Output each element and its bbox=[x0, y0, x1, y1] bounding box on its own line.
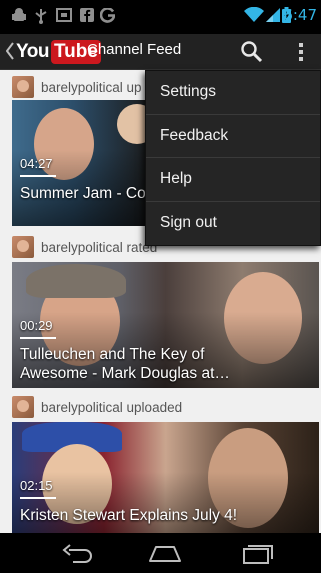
menu-item-feedback[interactable]: Feedback bbox=[146, 115, 320, 158]
overflow-menu-icon[interactable] bbox=[296, 40, 306, 64]
dot bbox=[299, 57, 303, 61]
screenshot-icon bbox=[56, 8, 72, 28]
menu-item-help[interactable]: Help bbox=[146, 158, 320, 202]
back-icon[interactable] bbox=[61, 541, 95, 565]
menu-item-settings[interactable]: Settings bbox=[146, 71, 320, 115]
android-debug-icon bbox=[12, 8, 26, 30]
action-bar: You Tube Channel Feed bbox=[0, 34, 321, 70]
video-title: Kristen Stewart Explains July 4! bbox=[20, 507, 238, 524]
avatar[interactable] bbox=[12, 76, 34, 98]
g-icon bbox=[99, 7, 116, 29]
clock: 6:47 bbox=[283, 6, 317, 24]
activity-header: barelypolitical uploaded bbox=[12, 396, 182, 418]
video-duration: 04:27 bbox=[20, 156, 53, 171]
menu-item-sign-out[interactable]: Sign out bbox=[146, 202, 320, 246]
activity-text: barelypolitical up bbox=[41, 79, 142, 95]
wifi-icon bbox=[244, 6, 264, 29]
overflow-menu: Settings Feedback Help Sign out bbox=[145, 70, 321, 246]
video-thumbnail[interactable]: 00:29 Tulleuchen and The Key of Awesome … bbox=[12, 262, 319, 388]
dot bbox=[299, 43, 303, 47]
video-title: Tulleuchen and The Key of Awesome - Mark… bbox=[20, 346, 230, 382]
duration-underline bbox=[20, 497, 56, 499]
avatar[interactable] bbox=[12, 236, 34, 258]
logo-you: You bbox=[16, 41, 49, 62]
activity-header: barelypolitical rated bbox=[12, 236, 157, 258]
duration-underline bbox=[20, 337, 56, 339]
video-thumbnail[interactable]: 02:15 Kristen Stewart Explains July 4! bbox=[12, 422, 319, 533]
thumbnail-figure bbox=[26, 264, 126, 298]
duration-underline bbox=[20, 175, 56, 177]
page-title: Channel Feed bbox=[87, 41, 182, 58]
recent-apps-icon[interactable] bbox=[240, 541, 274, 565]
search-icon[interactable] bbox=[240, 40, 264, 64]
facebook-icon bbox=[80, 8, 94, 28]
signal-icon bbox=[266, 7, 280, 29]
video-duration: 00:29 bbox=[20, 318, 53, 333]
dot bbox=[299, 50, 303, 54]
activity-text: barelypolitical rated bbox=[41, 239, 158, 255]
status-bar: 6:47 bbox=[0, 0, 321, 34]
video-duration: 02:15 bbox=[20, 478, 53, 493]
activity-text: barelypolitical uploaded bbox=[41, 399, 183, 415]
usb-icon bbox=[34, 8, 48, 30]
activity-header: barelypolitical up bbox=[12, 76, 142, 98]
up-caret-icon[interactable] bbox=[5, 41, 14, 65]
navigation-bar bbox=[0, 533, 321, 573]
home-icon[interactable] bbox=[148, 541, 182, 565]
avatar[interactable] bbox=[12, 396, 34, 418]
